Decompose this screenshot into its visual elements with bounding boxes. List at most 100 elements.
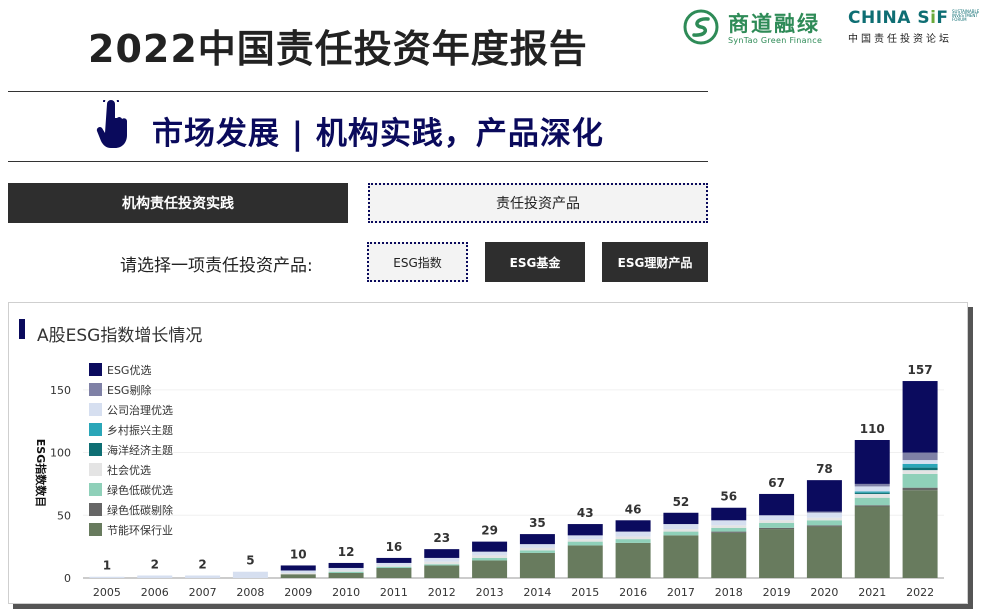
bar-segment (806, 525, 842, 527)
bar-segment (376, 565, 412, 567)
bar-segment (328, 562, 364, 568)
tab-institution-practice[interactable]: 机构责任投资实践 (8, 183, 348, 223)
x-tick-label: 2019 (763, 586, 791, 599)
bar-segment (615, 520, 651, 532)
syntao-logo-en: SynTao Green Finance (728, 36, 823, 45)
bar-total-label: 56 (720, 490, 737, 504)
x-tick-label: 2005 (93, 586, 121, 599)
bar-segment (615, 542, 651, 578)
x-tick-label: 2015 (571, 586, 599, 599)
esg-index-button[interactable]: ESG指数 (367, 242, 468, 282)
legend-swatch (89, 463, 102, 476)
esg-wealth-product-button[interactable]: ESG理财产品 (602, 242, 708, 282)
bar-segment (711, 527, 747, 532)
bar-segment (759, 515, 795, 521)
bar-total-label: 12 (338, 545, 355, 559)
bar-segment (567, 539, 603, 542)
bar-segment (854, 486, 890, 492)
legend-swatch (89, 423, 102, 436)
bar-segment (902, 490, 938, 578)
bar-segment (519, 534, 555, 545)
bar-segment (902, 470, 938, 474)
bar-total-label: 10 (290, 547, 307, 561)
bar-segment (663, 524, 699, 530)
bar-segment (376, 566, 412, 568)
bar-segment (902, 487, 938, 491)
bar-segment (615, 531, 651, 537)
esg-fund-button[interactable]: ESG基金 (485, 242, 585, 282)
bar-segment (519, 544, 555, 548)
bar-segment (376, 567, 412, 578)
bar-total-label: 52 (673, 495, 690, 509)
bar-total-label: 29 (481, 524, 498, 538)
bar-segment (280, 572, 316, 575)
bar-total-label: 43 (577, 506, 594, 520)
x-tick-label: 2022 (906, 586, 934, 599)
bar-segment (854, 483, 890, 487)
bar-segment (328, 570, 364, 572)
tab-responsible-products[interactable]: 责任投资产品 (368, 183, 708, 223)
bar-segment (663, 531, 699, 536)
y-tick-label: 0 (64, 572, 71, 585)
legend-swatch (89, 443, 102, 456)
bar-segment (615, 536, 651, 540)
y-tick-label: 50 (57, 509, 71, 522)
bar-segment (519, 552, 555, 578)
bar-segment (472, 541, 508, 552)
bar-segment (902, 473, 938, 488)
bar-total-label: 23 (433, 531, 450, 545)
x-tick-label: 2008 (236, 586, 264, 599)
syntao-mark-icon (683, 9, 719, 45)
bar-segment (185, 575, 221, 578)
bar-segment (424, 557, 460, 562)
bar-segment (424, 549, 460, 558)
bar-segment (902, 381, 938, 453)
bar-segment (472, 555, 508, 558)
bar-segment (902, 460, 938, 464)
bar-segment (711, 507, 747, 521)
y-tick-label: 100 (50, 447, 71, 460)
x-tick-label: 2006 (141, 586, 169, 599)
china-sif-logo-tiny: SUSTAINABLE INVESTMENT FORUM (952, 9, 980, 22)
x-tick-label: 2020 (810, 586, 838, 599)
legend-label: 海洋经济主题 (107, 443, 173, 457)
bar-total-label: 67 (768, 476, 785, 490)
bar-segment (567, 541, 603, 546)
legend-swatch (89, 483, 102, 496)
bar-segment (328, 572, 364, 578)
x-tick-label: 2021 (858, 586, 886, 599)
x-tick-label: 2011 (380, 586, 408, 599)
bar-segment (711, 525, 747, 528)
bar-segment (137, 575, 173, 578)
bar-segment (280, 574, 316, 578)
bar-total-label: 16 (386, 540, 403, 554)
syntao-logo-cn: 商道融绿 (728, 12, 820, 36)
bar-segment (376, 557, 412, 563)
legend-swatch (89, 383, 102, 396)
report-page: 2022中国责任投资年度报告 商道融绿 SynTao Green Finance… (0, 0, 986, 613)
legend-label: 社会优选 (107, 463, 151, 477)
bar-segment (854, 493, 890, 498)
x-tick-label: 2017 (667, 586, 695, 599)
legend-label: 节能环保行业 (107, 523, 173, 537)
bar-segment (759, 522, 795, 528)
bar-segment (854, 491, 890, 493)
bar-total-label: 2 (198, 557, 206, 571)
bar-segment (615, 539, 651, 543)
legend-swatch (89, 523, 102, 536)
x-tick-label: 2016 (619, 586, 647, 599)
bar-segment (902, 467, 938, 471)
bar-segment (759, 527, 795, 530)
bar-segment (806, 480, 842, 512)
bar-total-label: 110 (860, 422, 885, 436)
bar-segment (376, 562, 412, 566)
bar-segment (854, 506, 890, 578)
bar-segment (806, 511, 842, 513)
bar-segment (519, 547, 555, 551)
bar-segment (232, 571, 268, 578)
bar-segment (854, 497, 890, 506)
bar-total-label: 46 (625, 502, 642, 516)
bar-segment (567, 545, 603, 578)
bar-segment (711, 531, 747, 533)
legend-label: ESG优选 (107, 364, 151, 377)
